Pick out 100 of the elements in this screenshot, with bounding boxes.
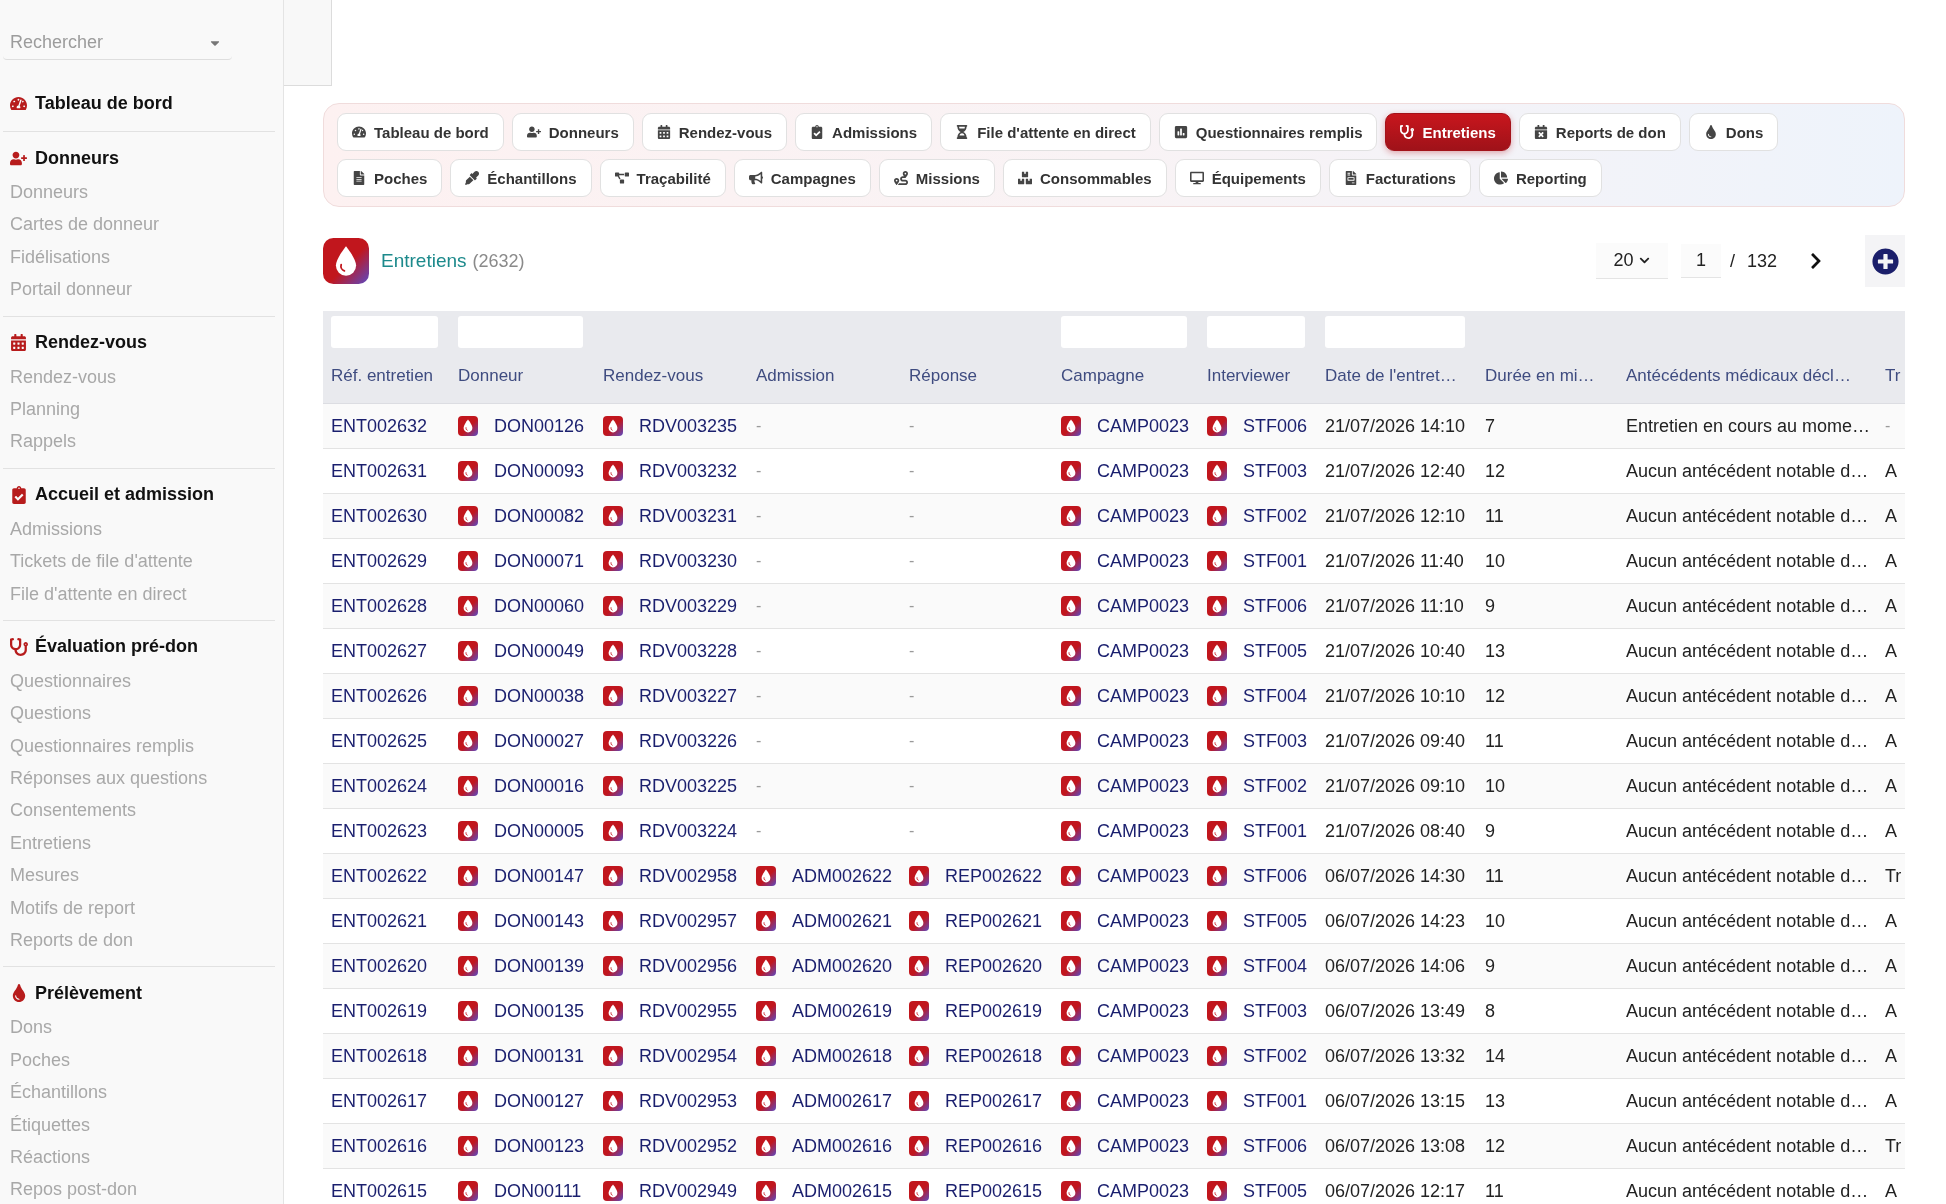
nav-tab[interactable]: Rendez-vous [641,113,788,151]
record-link[interactable]: RDV002954 [639,1045,738,1067]
record-link[interactable]: REP002617 [945,1090,1043,1112]
record-link[interactable]: STF004 [1243,955,1308,977]
record-link[interactable]: RDV003230 [639,550,738,572]
record-link[interactable]: RDV002953 [639,1090,738,1112]
record-link[interactable]: ENT002622 [331,865,428,887]
record-link[interactable]: DON00016 [494,775,585,797]
record-link[interactable]: ENT002617 [331,1090,428,1112]
add-button[interactable] [1865,235,1905,287]
record-link[interactable]: REP002616 [945,1135,1043,1157]
nav-tab[interactable]: Reporting [1478,159,1602,197]
record-link[interactable]: RDV003224 [639,820,738,842]
record-link[interactable]: REP002619 [945,1000,1043,1022]
record-link[interactable]: STF003 [1243,730,1308,752]
record-link[interactable]: ADM002622 [792,865,893,887]
record-link[interactable]: STF001 [1243,1090,1308,1112]
record-link[interactable]: REP002618 [945,1045,1043,1067]
record-link[interactable]: CAMP0023 [1097,550,1190,572]
record-link[interactable]: CAMP0023 [1097,685,1190,707]
record-link[interactable]: STF006 [1243,595,1308,617]
record-link[interactable]: ADM002621 [792,910,893,932]
nav-tab[interactable]: Missions [878,159,995,197]
record-link[interactable]: ENT002631 [331,460,428,482]
record-link[interactable]: STF001 [1243,550,1308,572]
record-link[interactable]: STF002 [1243,505,1308,527]
record-link[interactable]: STF002 [1243,775,1308,797]
nav-tab[interactable]: Admissions [795,113,933,151]
record-link[interactable]: STF005 [1243,1180,1308,1202]
record-link[interactable]: RDV003228 [639,640,738,662]
record-link[interactable]: DON00049 [494,640,585,662]
record-link[interactable]: CAMP0023 [1097,730,1190,752]
record-link[interactable]: ADM002620 [792,955,893,977]
record-link[interactable]: RDV003226 [639,730,738,752]
record-link[interactable]: RDV003231 [639,505,738,527]
record-link[interactable]: REP002622 [945,865,1043,887]
record-link[interactable]: DON00005 [494,820,585,842]
record-link[interactable]: CAMP0023 [1097,1090,1190,1112]
nav-tab[interactable]: Consommables [1002,159,1167,197]
record-link[interactable]: CAMP0023 [1097,505,1190,527]
record-link[interactable]: REP002621 [945,910,1043,932]
record-link[interactable]: RDV002955 [639,1000,738,1022]
record-link[interactable]: RDV003225 [639,775,738,797]
record-link[interactable]: RDV003235 [639,415,738,437]
record-link[interactable]: RDV002958 [639,865,738,887]
record-link[interactable]: STF006 [1243,415,1308,437]
search-select[interactable]: Rechercher [3,26,232,60]
record-link[interactable]: DON00093 [494,460,585,482]
record-link[interactable]: STF005 [1243,640,1308,662]
record-link[interactable]: CAMP0023 [1097,1045,1190,1067]
nav-tab[interactable]: Équipements [1174,159,1321,197]
record-link[interactable]: STF005 [1243,910,1308,932]
record-link[interactable]: RDV003227 [639,685,738,707]
nav-tab[interactable]: Dons [1688,113,1779,151]
record-link[interactable]: RDV002956 [639,955,738,977]
record-link[interactable]: CAMP0023 [1097,595,1190,617]
record-link[interactable]: DON00060 [494,595,585,617]
record-link[interactable]: CAMP0023 [1097,955,1190,977]
record-link[interactable]: DON00082 [494,505,585,527]
record-link[interactable]: ENT002615 [331,1180,428,1202]
record-link[interactable]: CAMP0023 [1097,640,1190,662]
nav-tab[interactable]: File d'attente en direct [940,113,1151,151]
record-link[interactable]: STF003 [1243,460,1308,482]
record-link[interactable]: DON00027 [494,730,585,752]
record-link[interactable]: DON00071 [494,550,585,572]
record-link[interactable]: ENT002619 [331,1000,428,1022]
nav-tab[interactable]: Traçabilité [599,159,726,197]
record-link[interactable]: STF001 [1243,820,1308,842]
record-link[interactable]: DON00038 [494,685,585,707]
record-link[interactable]: STF006 [1243,1135,1308,1157]
record-link[interactable]: ADM002615 [792,1180,893,1202]
record-link[interactable]: DON00143 [494,910,585,932]
nav-tab[interactable]: Questionnaires remplis [1158,113,1378,151]
record-link[interactable]: STF002 [1243,1045,1308,1067]
nav-tab[interactable]: Échantillons [450,159,592,197]
record-link[interactable]: ENT002629 [331,550,428,572]
record-link[interactable]: ENT002632 [331,415,428,437]
record-link[interactable]: RDV002949 [639,1180,738,1202]
record-link[interactable]: DON00126 [494,415,585,437]
record-link[interactable]: CAMP0023 [1097,820,1190,842]
nav-tab[interactable]: Tableau de bord [337,113,504,151]
record-link[interactable]: CAMP0023 [1097,460,1190,482]
record-link[interactable]: DON00111 [494,1180,582,1202]
record-link[interactable]: DON00147 [494,865,585,887]
page-input[interactable]: 1 [1680,244,1721,278]
record-link[interactable]: ENT002621 [331,910,428,932]
record-link[interactable]: STF003 [1243,1000,1308,1022]
record-link[interactable]: CAMP0023 [1097,1180,1190,1202]
record-link[interactable]: STF006 [1243,865,1308,887]
record-link[interactable]: REP002620 [945,955,1043,977]
record-link[interactable]: DON00135 [494,1000,585,1022]
record-link[interactable]: ENT002627 [331,640,428,662]
record-link[interactable]: DON00127 [494,1090,585,1112]
record-link[interactable]: CAMP0023 [1097,910,1190,932]
record-link[interactable]: CAMP0023 [1097,775,1190,797]
nav-tab[interactable]: Reports de don [1518,113,1681,151]
nav-tab[interactable]: Facturations [1328,159,1471,197]
record-link[interactable]: ADM002616 [792,1135,893,1157]
record-link[interactable]: ADM002619 [792,1000,893,1022]
record-link[interactable]: RDV002952 [639,1135,738,1157]
